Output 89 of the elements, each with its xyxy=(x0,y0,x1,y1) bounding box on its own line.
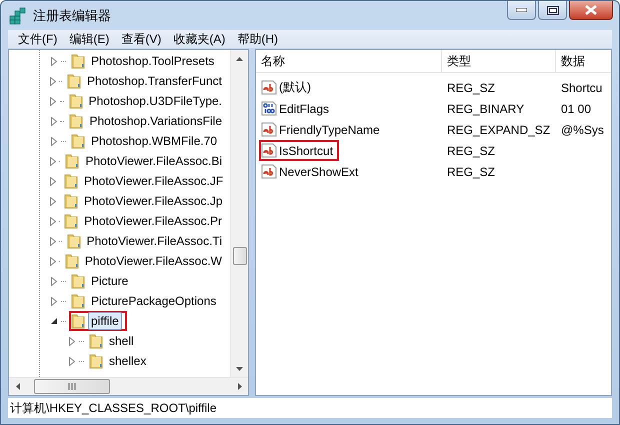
tree-item[interactable]: PhotoViewer.FileAssoc.Bi xyxy=(82,152,225,170)
tree-item[interactable]: Photoshop.U3DFileType. xyxy=(86,92,225,110)
menu-item[interactable]: 文件(F) xyxy=(12,30,64,48)
window-title: 注册表编辑器 xyxy=(33,6,111,24)
collapsed-arrow-icon[interactable] xyxy=(50,176,56,186)
collapsed-arrow-icon[interactable] xyxy=(50,96,56,106)
collapsed-arrow-icon[interactable] xyxy=(51,276,57,286)
tree-item[interactable]: PhotoViewer.FileAssoc.W xyxy=(82,252,225,270)
string-value-icon xyxy=(261,122,277,137)
collapsed-arrow-icon[interactable] xyxy=(50,216,56,226)
folder-icon xyxy=(89,333,103,349)
expanded-arrow-icon[interactable] xyxy=(50,318,58,324)
tree-item[interactable]: shellex xyxy=(106,352,150,370)
maximize-button[interactable] xyxy=(538,1,567,20)
tree-item[interactable]: PhotoViewer.FileAssoc.JF xyxy=(81,172,226,190)
collapsed-arrow-icon[interactable] xyxy=(69,356,75,366)
value-name[interactable]: NeverShowExt xyxy=(279,164,358,178)
collapsed-arrow-icon[interactable] xyxy=(50,256,56,266)
menu-item[interactable]: 收藏夹(A) xyxy=(167,30,232,48)
registry-cubes-icon xyxy=(9,6,27,24)
folder-icon xyxy=(65,153,80,169)
value-type: REG_SZ xyxy=(447,144,496,158)
binary-value-icon xyxy=(261,101,277,116)
collapsed-arrow-icon[interactable] xyxy=(51,296,57,306)
tree-item[interactable]: piffile xyxy=(88,312,122,330)
tree-item[interactable]: Photoshop.ToolPresets xyxy=(88,52,218,70)
collapsed-arrow-icon[interactable] xyxy=(50,76,56,86)
value-type: REG_SZ xyxy=(447,80,496,94)
collapsed-arrow-icon[interactable] xyxy=(50,116,57,126)
collapsed-arrow-icon[interactable] xyxy=(51,136,57,146)
menu-item[interactable]: 帮助(H) xyxy=(231,30,284,48)
tree-item[interactable]: PicturePackageOptions xyxy=(88,292,220,310)
folder-icon xyxy=(71,313,85,329)
folder-icon xyxy=(68,93,83,109)
tree-item[interactable]: Photoshop.TransferFunct xyxy=(84,72,225,90)
folder-icon xyxy=(71,133,85,149)
folder-icon xyxy=(64,173,78,189)
collapsed-arrow-icon[interactable] xyxy=(50,236,56,246)
folder-icon xyxy=(64,193,78,209)
minimize-icon xyxy=(516,8,527,12)
value-name[interactable]: FriendlyTypeName xyxy=(279,122,380,136)
scroll-thumb[interactable] xyxy=(232,247,246,265)
folder-icon xyxy=(66,233,81,249)
status-bar: 计算机\HKEY_CLASSES_ROOT\piffile xyxy=(8,398,612,418)
horizontal-scrollbar[interactable] xyxy=(9,377,248,395)
value-data: Shortcu xyxy=(561,80,602,94)
tree-item[interactable]: shell xyxy=(106,332,137,350)
tree-item[interactable]: PhotoViewer.FileAssoc.Pr xyxy=(81,212,225,230)
maximize-icon xyxy=(546,6,558,14)
collapsed-arrow-icon[interactable] xyxy=(50,156,56,166)
folder-icon xyxy=(69,113,84,129)
scroll-thumb[interactable] xyxy=(34,379,110,394)
string-value-icon xyxy=(261,164,277,179)
close-button[interactable] xyxy=(569,1,613,20)
close-icon xyxy=(585,5,597,15)
tree-item[interactable]: PhotoViewer.FileAssoc.Ti xyxy=(84,232,225,250)
minimize-button[interactable] xyxy=(507,1,536,20)
folder-icon xyxy=(64,213,78,229)
tree-item[interactable]: Picture xyxy=(88,272,132,290)
folder-icon xyxy=(67,73,82,89)
tree-item[interactable]: Photoshop.VariationsFile xyxy=(86,112,225,130)
value-type: REG_EXPAND_SZ xyxy=(447,122,550,136)
tree-item[interactable]: Photoshop.WBMFile.70 xyxy=(88,132,220,150)
scroll-down-arrow-icon[interactable] xyxy=(236,366,243,370)
folder-icon xyxy=(71,273,85,289)
scroll-up-arrow-icon[interactable] xyxy=(236,56,243,60)
value-type: REG_BINARY xyxy=(447,102,524,116)
value-name[interactable]: (默认) xyxy=(279,79,311,96)
value-name[interactable]: EditFlags xyxy=(279,102,330,116)
value-data: @%Sys xyxy=(561,122,604,136)
value-name[interactable]: IsShortcut xyxy=(279,144,334,158)
scroll-left-arrow-icon[interactable] xyxy=(16,383,20,390)
value-type: REG_SZ xyxy=(447,164,496,178)
folder-icon xyxy=(71,293,85,309)
tree-item[interactable]: PhotoViewer.FileAssoc.Jp xyxy=(81,192,226,210)
scroll-right-arrow-icon[interactable] xyxy=(238,383,242,390)
folder-icon xyxy=(64,253,79,269)
vertical-scrollbar[interactable] xyxy=(230,50,248,377)
collapsed-arrow-icon[interactable] xyxy=(51,56,57,66)
folder-icon xyxy=(71,53,85,69)
string-value-icon xyxy=(261,80,277,95)
menu-item[interactable]: 查看(V) xyxy=(115,30,168,48)
value-data: 01 00 xyxy=(561,102,592,116)
grip-icon xyxy=(68,383,76,390)
collapsed-arrow-icon[interactable] xyxy=(69,336,75,346)
string-value-icon xyxy=(261,143,277,158)
folder-icon xyxy=(89,353,103,369)
menu-item[interactable]: 编辑(E) xyxy=(63,30,116,48)
collapsed-arrow-icon[interactable] xyxy=(50,196,56,206)
